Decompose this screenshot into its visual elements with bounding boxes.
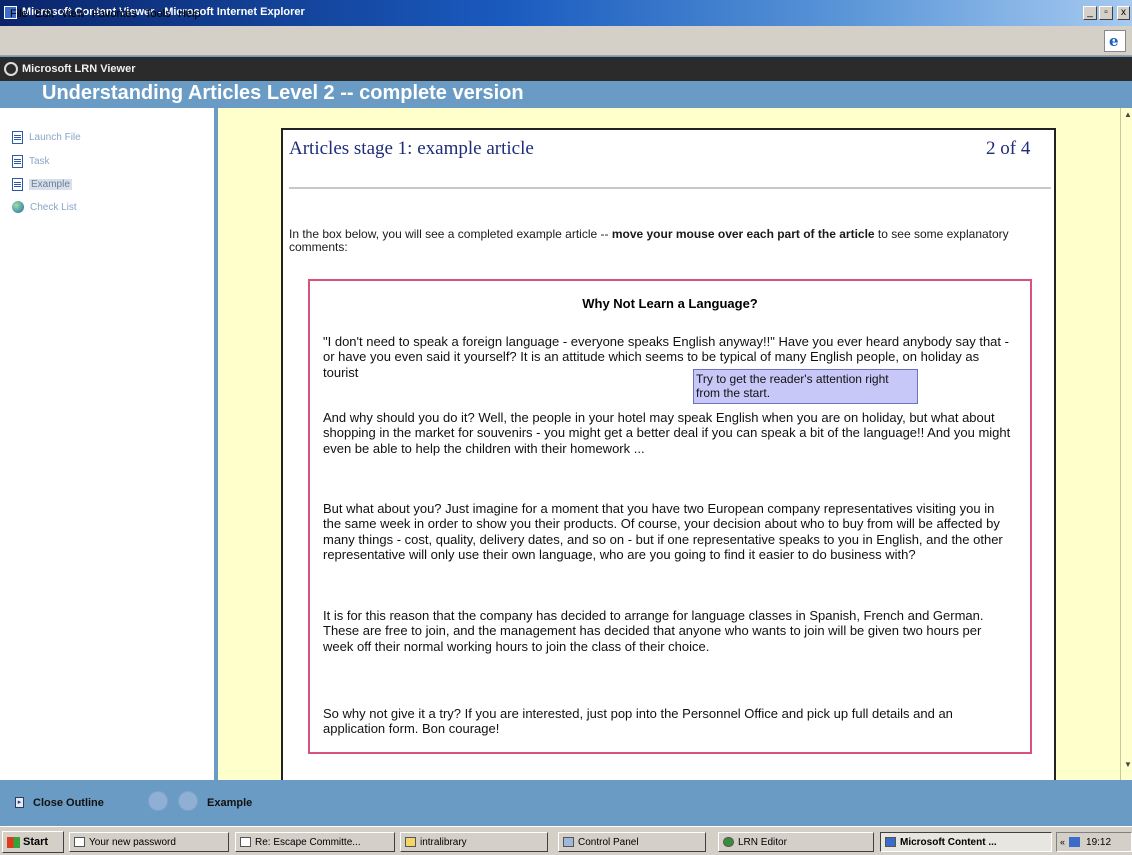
lrn-editor-icon bbox=[723, 837, 734, 847]
taskbar-item-label: intralibrary bbox=[420, 836, 467, 848]
content-scrollbar[interactable] bbox=[1120, 108, 1132, 780]
page-title: Articles stage 1: example article bbox=[289, 138, 534, 159]
current-section-label: Example bbox=[207, 797, 253, 809]
taskbar-item-label: Re: Escape Committe... bbox=[255, 836, 361, 848]
page-icon bbox=[12, 177, 23, 191]
clock: 19:12 bbox=[1086, 836, 1112, 848]
taskbar-item[interactable]: intralibrary bbox=[400, 832, 548, 852]
ie-logo-icon: e bbox=[1104, 30, 1126, 52]
envelope-icon bbox=[240, 837, 251, 847]
network-icon[interactable] bbox=[1069, 837, 1081, 847]
sidebar-item-label: Launch File bbox=[29, 131, 81, 143]
sidebar-item-label: Task bbox=[29, 155, 50, 167]
taskbar-item-label: LRN Editor bbox=[738, 836, 787, 848]
article-title[interactable]: Why Not Learn a Language? bbox=[308, 296, 1032, 311]
taskbar-item-label: Microsoft Content ... bbox=[900, 836, 997, 848]
minimize-button[interactable]: _ bbox=[1083, 6, 1097, 20]
menu-edit[interactable]: Edit bbox=[35, 8, 54, 20]
maximize-button[interactable]: ▫ bbox=[1099, 6, 1113, 20]
previous-page-icon[interactable] bbox=[148, 791, 168, 811]
viewer-header bbox=[0, 57, 1132, 81]
sidebar-item-launch-file[interactable]: Launch File bbox=[12, 128, 81, 146]
page-indicator: 2 of 4 bbox=[986, 138, 1031, 159]
intro-plain: In the box below, you will see a complet… bbox=[289, 227, 612, 241]
scroll-up-arrow-icon[interactable]: ▲ bbox=[1124, 110, 1132, 119]
menu-favorites[interactable]: Favorites bbox=[92, 8, 137, 20]
page-icon bbox=[12, 130, 23, 144]
control-panel-icon bbox=[563, 837, 574, 847]
taskbar-item-label: Your new password bbox=[89, 836, 176, 848]
scroll-down-arrow-icon[interactable]: ▼ bbox=[1124, 760, 1132, 769]
sidebar-item-check-list[interactable]: Check List bbox=[12, 198, 77, 216]
taskbar-item[interactable]: Control Panel bbox=[558, 832, 706, 852]
article-paragraph[interactable]: And why should you do it? Well, the peop… bbox=[323, 410, 1013, 456]
close-outline-icon[interactable]: ▸ bbox=[15, 797, 24, 808]
taskbar-item-label: Control Panel bbox=[578, 836, 639, 848]
system-tray: « 19:12 bbox=[1056, 832, 1132, 852]
outline-toolbar bbox=[0, 780, 1132, 826]
intro-text: In the box below, you will see a complet… bbox=[289, 228, 1029, 254]
course-title: Understanding Articles Level 2 -- comple… bbox=[42, 82, 524, 104]
intro-bold: move your mouse over each part of the ar… bbox=[611, 227, 875, 241]
sidebar-item-label: Check List bbox=[30, 201, 77, 213]
globe-icon bbox=[12, 201, 24, 213]
page-icon bbox=[12, 154, 23, 168]
folder-icon bbox=[405, 837, 416, 847]
taskbar-item[interactable]: Re: Escape Committe... bbox=[235, 832, 395, 852]
divider bbox=[289, 187, 1051, 189]
menu-bar bbox=[0, 26, 1132, 56]
close-outline-button[interactable]: Close Outline bbox=[33, 797, 104, 809]
menu-file[interactable]: File bbox=[10, 8, 28, 20]
close-window-button[interactable]: x bbox=[1117, 6, 1130, 20]
windows-flag-icon bbox=[7, 836, 20, 848]
taskbar-item[interactable]: Your new password bbox=[69, 832, 229, 852]
tray-chevron-icon[interactable]: « bbox=[1060, 837, 1065, 847]
ie-icon bbox=[885, 837, 896, 847]
lrn-logo-icon bbox=[4, 62, 18, 76]
sidebar-item-example[interactable]: Example bbox=[12, 175, 72, 193]
explanatory-tooltip: Try to get the reader's attention right … bbox=[693, 369, 918, 404]
start-button[interactable]: Start bbox=[2, 831, 64, 853]
taskbar-item-active[interactable]: Microsoft Content ... bbox=[880, 832, 1052, 852]
menu-help[interactable]: Help bbox=[178, 8, 201, 20]
article-paragraph[interactable]: But what about you? Just imagine for a m… bbox=[323, 501, 1013, 563]
sidebar-item-task[interactable]: Task bbox=[12, 152, 50, 170]
menu-tools[interactable]: Tools bbox=[145, 8, 171, 20]
viewer-name: Microsoft LRN Viewer bbox=[22, 63, 136, 75]
next-page-icon[interactable] bbox=[178, 791, 198, 811]
start-label: Start bbox=[23, 836, 49, 848]
article-paragraph[interactable]: So why not give it a try? If you are int… bbox=[323, 706, 1013, 737]
article-paragraph[interactable]: It is for this reason that the company h… bbox=[323, 608, 1013, 654]
taskbar-item[interactable]: LRN Editor bbox=[718, 832, 874, 852]
menu-view[interactable]: View bbox=[61, 8, 85, 20]
sidebar-item-label: Example bbox=[29, 178, 72, 190]
envelope-icon bbox=[74, 837, 85, 847]
